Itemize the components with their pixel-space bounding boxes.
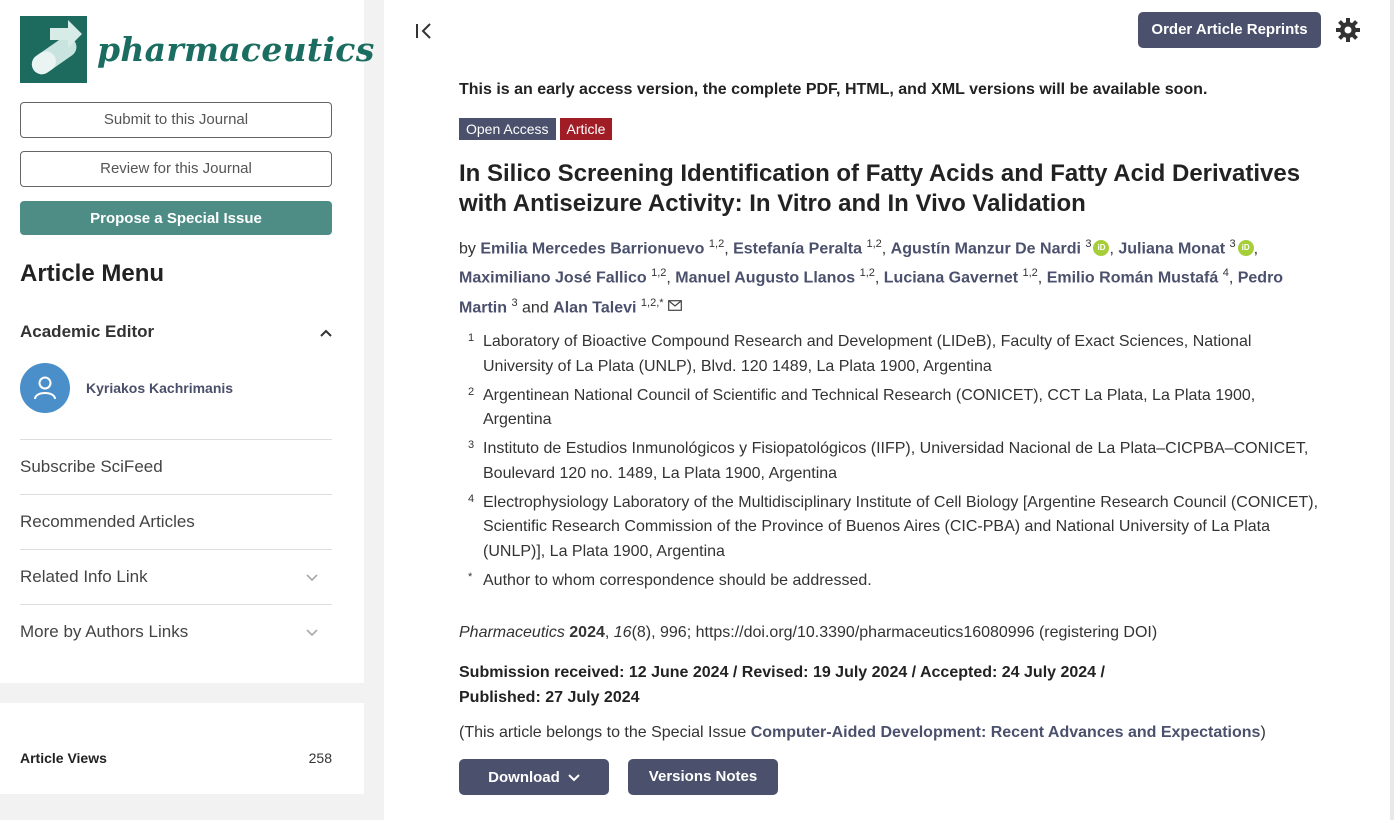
article-views-card: Article Views 258	[0, 703, 364, 794]
affiliation-item: 4 Electrophysiology Laboratory of the Mu…	[468, 492, 1319, 560]
and-label: and	[522, 298, 554, 316]
article-type-badge: Article	[559, 118, 613, 140]
author-link[interactable]: Estefanía Peralta	[733, 240, 862, 257]
author-affil-sup: 1,2	[859, 267, 875, 280]
author-affil-sup: 1,2	[1022, 267, 1038, 280]
citation-volume: 16	[613, 624, 632, 641]
author-link[interactable]: Emilio Román Mustafá	[1047, 270, 1219, 287]
collapse-sidebar-icon[interactable]	[414, 22, 434, 45]
citation-doi[interactable]: (8), 996; https://doi.org/10.3390/pharma…	[632, 624, 1158, 641]
menu-item-label: More by Authors Links	[20, 622, 189, 641]
email-icon[interactable]	[668, 299, 682, 316]
author-link[interactable]: Emilia Mercedes Barrionuevo	[480, 240, 704, 257]
author-affil-sup: 1,2	[866, 238, 882, 250]
author-link[interactable]: Juliana Monat	[1118, 240, 1225, 257]
special-issue-link[interactable]: Computer-Aided Development: Recent Advan…	[751, 724, 1261, 741]
author-affil-sup: 1,2	[651, 267, 667, 280]
versions-notes-button[interactable]: Versions Notes	[628, 759, 778, 795]
correspondence-note: * Author to whom correspondence should b…	[468, 570, 872, 589]
affiliation-item: 3 Instituto de Estudios Inmunológicos y …	[468, 439, 1309, 482]
citation-line: Pharmaceutics 2024, 16(8), 996; https://…	[459, 624, 1158, 641]
user-icon	[34, 376, 56, 400]
author-link[interactable]: Manuel Augusto Llanos	[675, 270, 855, 287]
academic-editor-toggle[interactable]: Academic Editor	[20, 322, 332, 342]
affiliation-item: 1 Laboratory of Bioactive Compound Resea…	[468, 332, 1252, 375]
orcid-icon[interactable]: iD	[1093, 240, 1110, 257]
author-link[interactable]: Maximiliano José Fallico	[459, 270, 647, 287]
article-main: Order Article Reprints This is an early …	[384, 0, 1390, 820]
download-button[interactable]: Download	[459, 759, 609, 795]
sidebar: pharmaceutics Submit to this Journal Rev…	[0, 0, 374, 820]
citation-journal: Pharmaceutics	[459, 624, 565, 641]
citation-year: 2024	[569, 624, 605, 641]
article-title: In Silico Screening Identification of Fa…	[459, 160, 1301, 217]
article-views-row: Article Views 258	[20, 750, 332, 766]
review-button[interactable]: Review for this Journal	[20, 151, 332, 187]
menu-item-more-by-authors[interactable]: More by Authors Links	[20, 604, 332, 659]
menu-item-label: Related Info Link	[20, 567, 148, 586]
author-affil-sup: 1,2,*	[640, 296, 664, 309]
journal-name: pharmaceutics	[97, 30, 375, 69]
propose-special-issue-button[interactable]: Propose a Special Issue	[20, 201, 332, 235]
author-link[interactable]: Alan Talevi	[553, 299, 636, 316]
author-list: by Emilia Mercedes Barrionuevo 1,2, Este…	[459, 238, 1284, 316]
publication-dates: Submission received: 12 June 2024 / Revi…	[459, 664, 1105, 706]
early-access-notice: This is an early access version, the com…	[459, 81, 1208, 98]
author-affil-sup: 3	[1229, 238, 1236, 250]
menu-item-related-info-link[interactable]: Related Info Link	[20, 549, 332, 604]
journal-logo[interactable]: pharmaceutics	[20, 16, 375, 83]
author-affil-sup: 3	[511, 296, 518, 309]
author-affil-sup: 4	[1222, 267, 1229, 280]
affiliation-item: 2 Argentinean National Council of Scient…	[468, 385, 1256, 429]
editor-name[interactable]: Kyriakos Kachrimanis	[86, 380, 233, 396]
article-menu-list: Subscribe SciFeed Recommended Articles R…	[20, 439, 332, 659]
menu-item-recommended-articles[interactable]: Recommended Articles	[20, 494, 332, 549]
article-views-label: Article Views	[20, 750, 107, 766]
by-label: by	[459, 240, 481, 258]
chevron-up-icon	[320, 324, 332, 340]
menu-item-label: Recommended Articles	[20, 512, 195, 531]
author-link[interactable]: Agustín Manzur De Nardi	[891, 240, 1081, 257]
article-menu-title: Article Menu	[20, 260, 165, 287]
scrollbar[interactable]	[1390, 0, 1394, 820]
submit-button[interactable]: Submit to this Journal	[20, 102, 332, 138]
author-link[interactable]: Luciana Gavernet	[884, 270, 1018, 287]
chevron-down-icon	[306, 625, 318, 640]
article-tags: Open Access Article	[459, 118, 613, 140]
avatar	[20, 363, 70, 413]
sidebar-card: pharmaceutics Submit to this Journal Rev…	[0, 0, 374, 683]
pill-logo-icon	[20, 16, 87, 83]
article-views-count: 258	[308, 750, 332, 766]
academic-editor-label: Academic Editor	[20, 322, 155, 341]
author-affil-sup: 1,2	[708, 238, 725, 250]
chevron-down-icon	[306, 570, 318, 585]
order-reprints-button[interactable]: Order Article Reprints	[1138, 12, 1321, 48]
gear-icon[interactable]	[1335, 17, 1361, 48]
menu-item-subscribe-scifeed[interactable]: Subscribe SciFeed	[20, 439, 332, 494]
chevron-down-icon	[568, 769, 580, 786]
download-label: Download	[488, 768, 560, 786]
special-issue-line: (This article belongs to the Special Iss…	[459, 724, 1266, 741]
editor-entry[interactable]: Kyriakos Kachrimanis	[20, 363, 233, 413]
author-affil-sup: 3	[1085, 238, 1092, 250]
open-access-badge[interactable]: Open Access	[459, 118, 556, 140]
affiliation-list: 1 Laboratory of Bioactive Compound Resea…	[459, 330, 1319, 598]
menu-item-label: Subscribe SciFeed	[20, 457, 163, 476]
orcid-icon[interactable]: iD	[1237, 240, 1254, 257]
